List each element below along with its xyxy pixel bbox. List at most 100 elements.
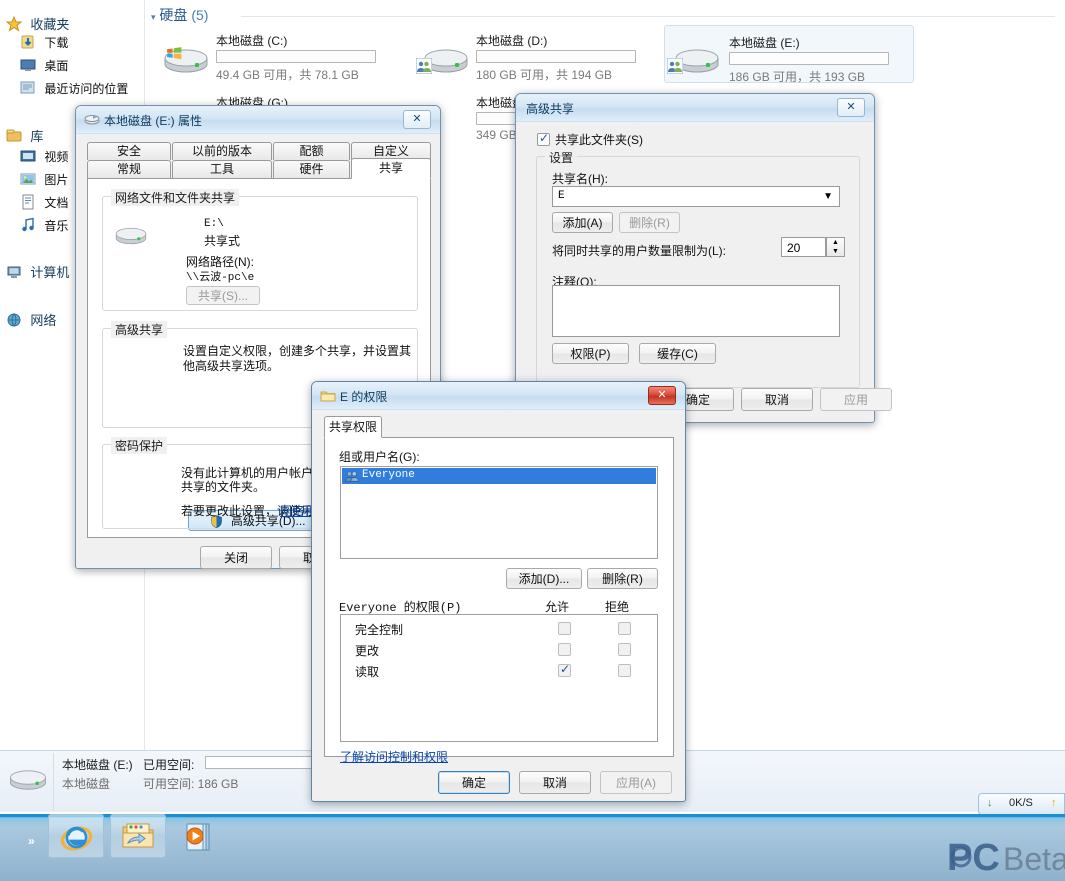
taskbar-button-internet-explorer[interactable] <box>48 814 104 858</box>
share-name-combobox[interactable]: E ▼ <box>552 186 840 207</box>
upload-arrow-icon: ↑ <box>1051 797 1057 809</box>
group-legend: 密码保护 <box>111 437 168 454</box>
remove-user-button[interactable]: 删除(R) <box>587 568 658 589</box>
star-icon <box>5 15 23 32</box>
permission-row[interactable]: 完全控制 <box>341 620 657 638</box>
tab-security[interactable]: 安全 <box>87 142 171 160</box>
tab-sharing[interactable]: 共享 <box>351 158 431 179</box>
drive-capacity-text: 180 GB 可用，共 194 GB <box>476 68 613 82</box>
close-icon[interactable]: ✕ <box>648 386 676 405</box>
permissions-header: Everyone 的权限(P) <box>339 601 462 615</box>
tab-share-permissions[interactable]: 共享权限 <box>324 416 382 438</box>
tab-hardware[interactable]: 硬件 <box>273 160 350 178</box>
tab-previous-versions[interactable]: 以前的版本 <box>172 142 272 160</box>
share-button[interactable]: 共享(S)... <box>186 286 260 305</box>
chevron-down-icon[interactable]: ▼ <box>823 191 833 202</box>
tab-tools[interactable]: 工具 <box>172 160 272 178</box>
sidebar-group-network[interactable]: 网络 <box>6 310 56 329</box>
drive-group-header[interactable]: ▾ 硬盘 (5) <box>151 5 208 25</box>
sidebar-group-label: 网络 <box>30 313 57 328</box>
sidebar-group-favorites[interactable]: 收藏夹 <box>5 14 69 33</box>
music-icon <box>20 217 36 233</box>
remove-share-button[interactable]: 删除(R) <box>619 212 680 233</box>
drive-usage-bar <box>216 50 376 63</box>
pictures-icon <box>20 171 36 187</box>
computer-icon <box>6 264 22 280</box>
user-limit-value: 20 <box>787 241 801 255</box>
overflow-chevron-icon[interactable]: » <box>28 834 35 848</box>
titlebar[interactable]: 本地磁盘 (E:) 属性 ✕ <box>76 106 440 134</box>
permissions-list: 完全控制 更改 读取 <box>340 614 658 742</box>
users-list[interactable]: Everyone <box>340 466 658 559</box>
caching-button[interactable]: 缓存(C) <box>639 343 716 364</box>
sidebar-item-documents[interactable]: 文档 <box>20 194 68 211</box>
permission-allow-checkbox[interactable] <box>558 622 571 635</box>
documents-icon <box>20 194 36 210</box>
drive-item-c[interactable]: 本地磁盘 (C:) 49.4 GB 可用，共 78.1 GB <box>154 28 384 82</box>
apply-button[interactable]: 应用 <box>820 388 892 411</box>
taskbar-button-windows-explorer[interactable] <box>110 814 166 858</box>
sidebar-group-computer[interactable]: 计算机 <box>6 262 69 281</box>
sidebar-item-music[interactable]: 音乐 <box>20 217 68 234</box>
windows-drive-icon <box>162 44 210 78</box>
sidebar-group-libraries[interactable]: 库 <box>6 126 43 145</box>
spinner-down-icon[interactable]: ▼ <box>827 247 844 256</box>
sidebar-item-desktop[interactable]: 桌面 <box>20 57 68 74</box>
add-user-button[interactable]: 添加(D)... <box>506 568 582 589</box>
cancel-button[interactable]: 取消 <box>519 771 591 794</box>
ok-button[interactable]: 确定 <box>438 771 510 794</box>
permission-label: 完全控制 <box>355 623 404 637</box>
group-legend: 设置 <box>545 149 578 166</box>
advanced-sharing-description: 设置自定义权限，创建多个共享，并设置其他高级共享选项。 <box>183 344 412 373</box>
permission-deny-checkbox[interactable] <box>618 643 631 656</box>
list-item[interactable]: Everyone <box>342 468 656 484</box>
apply-button[interactable]: 应用(A) <box>600 771 672 794</box>
share-name-value: E <box>558 190 565 202</box>
sidebar-item-downloads[interactable]: 下载 <box>20 34 68 51</box>
share-name-label: 共享名(H): <box>552 172 608 186</box>
permissions-button[interactable]: 权限(P) <box>552 343 629 364</box>
sidebar-item-label: 下载 <box>44 36 69 50</box>
permission-row[interactable]: 更改 <box>341 641 657 659</box>
close-icon[interactable]: ✕ <box>837 98 865 117</box>
close-button[interactable]: 关闭 <box>200 546 272 569</box>
permission-allow-checkbox[interactable] <box>558 643 571 656</box>
user-limit-spinner[interactable]: ▲ ▼ <box>826 237 845 257</box>
network-icon <box>6 312 22 328</box>
taskbar-button-media-player[interactable] <box>184 820 218 854</box>
permission-allow-checkbox[interactable] <box>558 662 571 677</box>
titlebar[interactable]: 高级共享 ✕ <box>516 94 874 122</box>
sidebar-item-label: 音乐 <box>44 219 69 233</box>
permission-row[interactable]: 读取 <box>341 662 657 680</box>
collapse-triangle-icon[interactable]: ▾ <box>151 12 156 22</box>
add-share-button[interactable]: 添加(A) <box>552 212 613 233</box>
advanced-sharing-dialog: 高级共享 ✕ 共享此文件夹(S) 设置 共享名(H): E ▼ 添加(A) 删除… <box>515 93 892 423</box>
drive-item-e[interactable]: 本地磁盘 (E:) 186 GB 可用，共 193 GB <box>664 25 914 84</box>
permission-deny-checkbox[interactable] <box>618 664 631 677</box>
comment-input[interactable] <box>552 285 840 337</box>
drive-usage-bar <box>476 50 636 63</box>
desktop-icon <box>20 57 36 73</box>
user-limit-input[interactable]: 20 <box>781 237 826 257</box>
share-folder-checkbox[interactable] <box>537 131 550 146</box>
cancel-button[interactable]: 取消 <box>741 388 813 411</box>
titlebar[interactable]: E 的权限 ✕ <box>312 382 685 410</box>
network-speed-gadget[interactable]: ↓ 0K/S ↑ <box>978 793 1065 815</box>
dialog-body: 共享权限 组或用户名(G): Everyone 添加(D)... 删除(R) E… <box>312 410 685 801</box>
permission-deny-checkbox[interactable] <box>618 622 631 635</box>
status-drive-subtitle: 本地磁盘 <box>62 777 111 791</box>
download-icon <box>20 34 36 50</box>
tab-quota[interactable]: 配额 <box>273 142 350 160</box>
svg-text:PC: PC <box>947 837 1000 879</box>
sidebar-item-recent-places[interactable]: 最近访问的位置 <box>20 80 128 97</box>
sidebar-group-label: 计算机 <box>30 265 70 280</box>
close-icon[interactable]: ✕ <box>403 110 431 129</box>
drive-item-d[interactable]: 本地磁盘 (D:) 180 GB 可用，共 194 GB <box>414 28 644 82</box>
status-drive-title: 本地磁盘 (E:) <box>62 758 133 772</box>
sidebar-item-pictures[interactable]: 图片 <box>20 171 68 188</box>
spinner-up-icon[interactable]: ▲ <box>827 238 844 247</box>
access-control-help-link[interactable]: 了解访问控制和权限 <box>340 748 448 765</box>
tab-general[interactable]: 常规 <box>87 160 171 178</box>
sidebar-item-videos[interactable]: 视频 <box>20 148 68 165</box>
pcbeta-watermark: PC Beta <box>945 832 1065 880</box>
